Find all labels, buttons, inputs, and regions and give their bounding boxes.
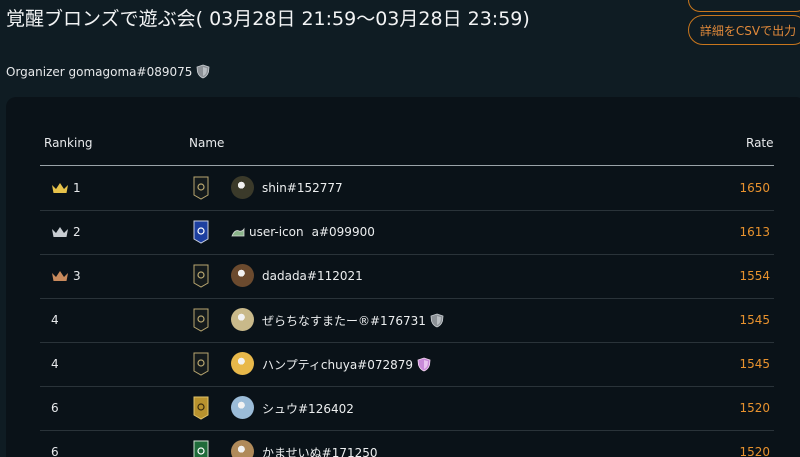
- rank-number: 2: [73, 225, 81, 239]
- shield-icon: [417, 357, 431, 371]
- rank-tier-badge-icon: [193, 176, 209, 200]
- export-csv-button[interactable]: 詳細をCSVで出力: [688, 15, 800, 45]
- rank-tier-badge-icon: [193, 440, 209, 457]
- avatar[interactable]: [231, 440, 254, 457]
- shield-icon: [430, 313, 444, 327]
- top-action-button[interactable]: [688, 0, 800, 12]
- rank-tier-badge-icon: [193, 396, 209, 420]
- avatar[interactable]: [231, 396, 254, 419]
- broken-image-icon: [231, 227, 245, 237]
- gold-crown-icon: [52, 183, 68, 193]
- rank-number: 6: [51, 401, 59, 415]
- rank-tier-badge-icon: [193, 352, 209, 376]
- avatar[interactable]: [231, 308, 254, 331]
- rank-number: 3: [73, 269, 81, 283]
- organizer-label: Organizer gomagoma#089075: [6, 64, 193, 79]
- avatar-alt-text: user-icon: [249, 225, 304, 239]
- rank-cell: 4: [51, 342, 59, 386]
- rank-cell: 2: [51, 210, 81, 254]
- page-title: 覚醒ブロンズで遊ぶ会( 03月28日 21:59〜03月28日 23:59): [6, 8, 530, 30]
- player-name-text: shin#152777: [262, 181, 343, 195]
- column-header-ranking: Ranking: [44, 136, 93, 150]
- organizer-line: Organizer gomagoma#089075: [6, 64, 210, 79]
- player-name-text: a#099900: [311, 225, 375, 239]
- rank-cell: 6: [51, 430, 59, 457]
- player-name-text: ぜらちなすまたー®#176731: [262, 313, 426, 328]
- player-name-text: ハンプティchuya#072879: [262, 357, 414, 372]
- rank-tier-badge-icon: [193, 308, 209, 332]
- bronze-crown-icon: [52, 271, 68, 281]
- avatar[interactable]: [231, 176, 254, 199]
- table-row[interactable]: 4 ハンプティchuya#072879 1545: [40, 342, 774, 387]
- rank-cell: 6: [51, 386, 59, 430]
- player-name[interactable]: かませいぬ#171250: [262, 430, 378, 457]
- avatar[interactable]: [231, 264, 254, 287]
- rank-cell: 4: [51, 298, 59, 342]
- rank-tier-badge-icon: [193, 220, 209, 244]
- shield-icon: [196, 64, 210, 79]
- player-name[interactable]: シュウ#126402: [262, 386, 354, 430]
- rate-value: 1520: [739, 445, 770, 457]
- table-row[interactable]: 3 dadada#112021 1554: [40, 254, 774, 299]
- event-ranking-page: 覚醒ブロンズで遊ぶ会( 03月28日 21:59〜03月28日 23:59) 詳…: [0, 0, 800, 457]
- rate-value: 1545: [739, 313, 770, 327]
- rank-cell: 1: [51, 166, 81, 210]
- rank-number: 4: [51, 357, 59, 371]
- rate-value: 1545: [739, 357, 770, 371]
- table-row[interactable]: 2 user-icon a#099900 1613: [40, 210, 774, 255]
- rank-tier-badge-icon: [193, 264, 209, 288]
- rank-number: 4: [51, 313, 59, 327]
- player-name[interactable]: dadada#112021: [262, 254, 363, 298]
- column-header-rate: Rate: [746, 136, 774, 150]
- player-name-text: dadada#112021: [262, 269, 363, 283]
- rank-cell: 3: [51, 254, 81, 298]
- table-row[interactable]: 4 ぜらちなすまたー®#176731 1545: [40, 298, 774, 343]
- player-name[interactable]: user-icon a#099900: [231, 210, 375, 254]
- player-name[interactable]: ぜらちなすまたー®#176731: [262, 298, 444, 342]
- rate-value: 1554: [739, 269, 770, 283]
- rate-value: 1520: [739, 401, 770, 415]
- avatar[interactable]: [231, 352, 254, 375]
- rate-value: 1613: [739, 225, 770, 239]
- table-row[interactable]: 1 shin#152777 1650: [40, 166, 774, 211]
- player-name[interactable]: shin#152777: [262, 166, 343, 210]
- player-name-text: シュウ#126402: [262, 401, 354, 416]
- player-name[interactable]: ハンプティchuya#072879: [262, 342, 431, 386]
- rank-number: 1: [73, 181, 81, 195]
- player-name-text: かませいぬ#171250: [262, 445, 378, 457]
- silver-crown-icon: [52, 227, 68, 237]
- rate-value: 1650: [739, 181, 770, 195]
- column-header-name: Name: [189, 136, 225, 150]
- rank-number: 6: [51, 445, 59, 457]
- table-row[interactable]: 6 かませいぬ#171250 1520: [40, 430, 774, 457]
- table-row[interactable]: 6 シュウ#126402 1520: [40, 386, 774, 431]
